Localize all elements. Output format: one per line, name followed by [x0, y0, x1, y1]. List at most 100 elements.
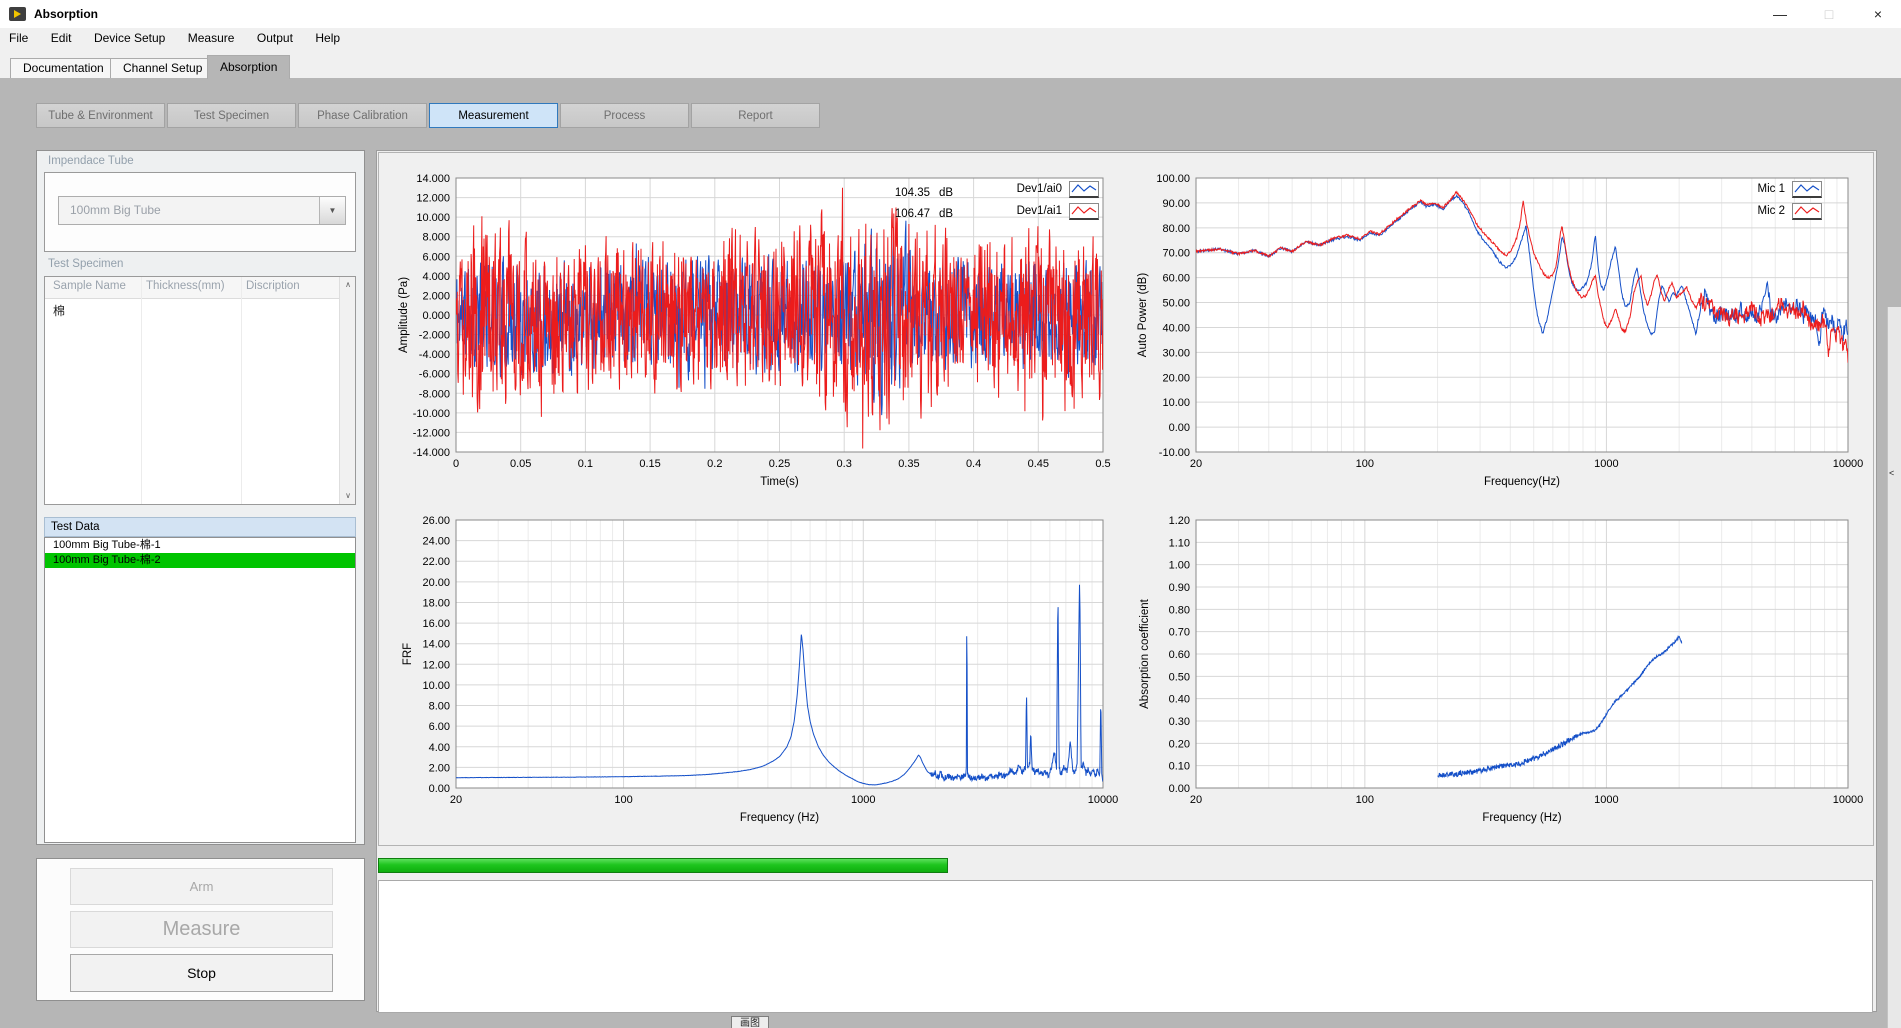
svg-text:60.00: 60.00	[1162, 273, 1190, 285]
scroll-left-icon[interactable]: <	[1889, 468, 1894, 478]
svg-text:10000: 10000	[1833, 794, 1864, 806]
impedance-tube-dropdown[interactable]: 100mm Big Tube ▼	[58, 196, 346, 225]
svg-text:20: 20	[450, 794, 462, 806]
menu-help[interactable]: Help	[306, 28, 349, 48]
svg-text:0.15: 0.15	[639, 458, 660, 470]
tab-documentation[interactable]: Documentation	[10, 58, 117, 78]
svg-text:10.00: 10.00	[1162, 397, 1190, 409]
progress-bar	[378, 858, 948, 873]
cutoff-bottom-button[interactable]: 画图	[731, 1016, 769, 1028]
output-box	[378, 880, 1873, 1013]
svg-text:Amplitude (Pa): Amplitude (Pa)	[398, 277, 410, 353]
table-row-sample-name[interactable]: 棉	[53, 302, 65, 319]
tab-strip: Documentation Channel Setup Absorption	[0, 48, 1901, 78]
svg-text:4.000: 4.000	[422, 271, 450, 283]
svg-text:0.60: 0.60	[1169, 649, 1190, 661]
svg-text:80.00: 80.00	[1162, 223, 1190, 235]
svg-text:-4.000: -4.000	[419, 349, 450, 361]
svg-text:100: 100	[1356, 458, 1374, 470]
subtab-test-specimen[interactable]: Test Specimen	[167, 103, 296, 128]
title-bar: Absorption — □ ×	[0, 0, 1901, 29]
svg-text:0.40: 0.40	[1169, 694, 1190, 706]
scroll-up-icon[interactable]: ∧	[340, 278, 356, 292]
list-item-selected[interactable]: 100mm Big Tube-棉-2	[45, 553, 355, 568]
svg-text:1.10: 1.10	[1169, 537, 1190, 549]
waveform-icon[interactable]	[1069, 181, 1099, 198]
tab-absorption[interactable]: Absorption	[207, 55, 290, 79]
svg-text:0.80: 0.80	[1169, 604, 1190, 616]
scroll-down-icon[interactable]: ∨	[340, 489, 356, 503]
svg-text:0.10: 0.10	[1169, 761, 1190, 773]
chart-absorption: 201001000100001.201.101.000.900.800.700.…	[1130, 506, 1877, 840]
svg-text:100: 100	[1356, 794, 1374, 806]
column-discription: Discription	[246, 280, 300, 292]
test-data-list[interactable]: 100mm Big Tube-棉-1 100mm Big Tube-棉-2	[44, 537, 356, 843]
waveform-icon[interactable]	[1792, 181, 1822, 198]
subtab-measurement[interactable]: Measurement	[429, 103, 558, 128]
svg-text:0.000: 0.000	[422, 310, 450, 322]
legend-time-chart: Dev1/ai0 Dev1/ai1	[1002, 178, 1099, 222]
svg-text:Auto Power (dB): Auto Power (dB)	[1137, 273, 1149, 358]
tab-channel-setup[interactable]: Channel Setup	[110, 58, 215, 78]
menu-bar: File Edit Device Setup Measure Output He…	[0, 28, 1901, 48]
chevron-down-icon[interactable]: ▼	[319, 197, 345, 224]
legend-item-dev1-ai1[interactable]: Dev1/ai1	[1002, 200, 1099, 222]
subtab-process[interactable]: Process	[560, 103, 689, 128]
subtab-phase-calibration[interactable]: Phase Calibration	[298, 103, 427, 128]
svg-text:90.00: 90.00	[1162, 198, 1190, 210]
arm-button: Arm	[70, 868, 333, 905]
svg-text:1.00: 1.00	[1169, 560, 1190, 572]
window-title: Absorption	[34, 7, 98, 21]
svg-text:0.1: 0.1	[578, 458, 593, 470]
menu-output[interactable]: Output	[248, 28, 302, 48]
svg-text:0.30: 0.30	[1169, 716, 1190, 728]
readout-ai1-value: 106.47	[884, 208, 930, 220]
legend-item-dev1-ai0[interactable]: Dev1/ai0	[1002, 178, 1099, 200]
subtab-report[interactable]: Report	[691, 103, 820, 128]
test-specimen-table[interactable]: Sample Name Thickness(mm) Discription 棉 …	[44, 276, 356, 505]
svg-text:0.00: 0.00	[1169, 783, 1190, 795]
chart-frf: 2010010001000026.0024.0022.0020.0018.001…	[385, 506, 1115, 840]
svg-text:20: 20	[1190, 794, 1202, 806]
subtab-tube-environment[interactable]: Tube & Environment	[36, 103, 165, 128]
column-sample-name: Sample Name	[53, 280, 126, 292]
svg-text:2.00: 2.00	[429, 762, 450, 774]
minimize-button[interactable]: —	[1757, 0, 1803, 28]
svg-text:20.00: 20.00	[1162, 372, 1190, 384]
svg-text:24.00: 24.00	[422, 536, 450, 548]
legend-item-mic2[interactable]: Mic 2	[1735, 200, 1822, 222]
column-divider	[241, 277, 242, 504]
readout-ai1-unit: dB	[939, 208, 953, 220]
svg-text:10.00: 10.00	[422, 680, 450, 692]
readout-ai0-unit: dB	[939, 187, 953, 199]
svg-text:0.05: 0.05	[510, 458, 531, 470]
stop-button[interactable]: Stop	[70, 954, 333, 992]
table-scrollbar[interactable]: ∧ ∨	[339, 277, 355, 504]
svg-text:100.00: 100.00	[1156, 173, 1190, 185]
menu-edit[interactable]: Edit	[42, 28, 81, 48]
svg-text:0.50: 0.50	[1169, 671, 1190, 683]
list-item[interactable]: 100mm Big Tube-棉-1	[45, 538, 355, 553]
app-icon	[9, 7, 26, 21]
right-scrollbar[interactable]	[1887, 307, 1901, 1028]
close-button[interactable]: ×	[1855, 0, 1901, 28]
svg-text:0.00: 0.00	[1169, 422, 1190, 434]
svg-text:0.3: 0.3	[837, 458, 852, 470]
svg-text:14.000: 14.000	[416, 173, 450, 185]
legend-label: Dev1/ai0	[1002, 183, 1062, 195]
svg-text:8.00: 8.00	[429, 701, 450, 713]
svg-text:Absorption coefficient: Absorption coefficient	[1139, 598, 1151, 709]
svg-text:1000: 1000	[1594, 794, 1618, 806]
readout-ai0: 104.35 dB	[884, 182, 953, 203]
svg-text:6.00: 6.00	[429, 721, 450, 733]
menu-device-setup[interactable]: Device Setup	[85, 28, 174, 48]
menu-file[interactable]: File	[0, 28, 37, 48]
svg-text:10000: 10000	[1088, 794, 1119, 806]
svg-text:-10.00: -10.00	[1159, 447, 1190, 459]
svg-text:50.00: 50.00	[1162, 298, 1190, 310]
svg-text:30.00: 30.00	[1162, 347, 1190, 359]
waveform-icon[interactable]	[1069, 203, 1099, 220]
waveform-icon[interactable]	[1792, 203, 1822, 220]
legend-item-mic1[interactable]: Mic 1	[1735, 178, 1822, 200]
menu-measure[interactable]: Measure	[179, 28, 244, 48]
